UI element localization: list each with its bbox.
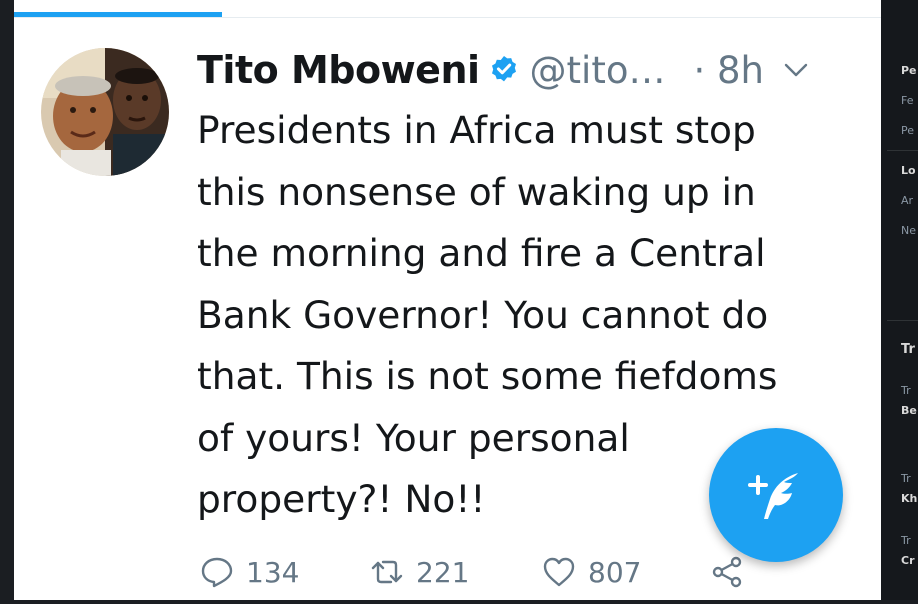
- sidebar-fragment: Tr: [901, 384, 911, 397]
- avatar-image: [41, 48, 169, 176]
- left-nav-strip: [0, 0, 15, 604]
- like-count: 807: [588, 555, 642, 589]
- sidebar-fragment: Be: [901, 404, 917, 417]
- reply-count: 134: [246, 555, 300, 589]
- retweet-button[interactable]: 221: [370, 555, 542, 589]
- avatar[interactable]: [41, 48, 169, 176]
- sidebar-fragment: Kh: [901, 492, 918, 505]
- divider: [14, 17, 881, 18]
- sidebar-fragment: Pe: [901, 124, 915, 137]
- tweet-header: Tito Mboweni @tito… · 8h: [197, 46, 810, 94]
- tweet-timestamp[interactable]: · 8h: [693, 49, 764, 92]
- sidebar-fragment: Lo: [901, 164, 916, 177]
- heart-icon: [543, 557, 575, 587]
- compose-tweet-icon: [748, 473, 798, 519]
- chevron-down-icon[interactable]: [782, 60, 810, 80]
- sidebar-fragment: Cr: [901, 554, 915, 567]
- verified-badge-icon: [488, 54, 520, 86]
- sidebar-fragment: Tr: [901, 534, 911, 547]
- user-handle[interactable]: @tito…: [530, 49, 666, 92]
- compose-tweet-button[interactable]: [709, 428, 843, 562]
- reply-icon: [201, 557, 233, 588]
- tweet-panel: Tito Mboweni @tito… · 8h Presidents in A…: [14, 0, 881, 600]
- display-name[interactable]: Tito Mboweni: [197, 48, 480, 92]
- divider: [887, 320, 918, 321]
- like-button[interactable]: 807: [542, 555, 710, 589]
- tweet-actions: 134 221 807: [200, 548, 744, 596]
- sidebar-fragment: Ar: [901, 194, 914, 207]
- sidebar-fragment: Tr: [901, 342, 915, 357]
- bottom-edge: [0, 600, 918, 604]
- divider: [887, 150, 918, 151]
- share-button[interactable]: [710, 555, 744, 589]
- sidebar-fragment: Pe: [901, 64, 917, 77]
- sidebar-fragment: Fe: [901, 94, 914, 107]
- reply-button[interactable]: 134: [200, 555, 370, 589]
- sidebar-fragment: Ne: [901, 224, 916, 237]
- sidebar-fragment: Tr: [901, 472, 911, 485]
- right-sidebar: Pe Fe Pe Lo Ar Ne Tr Tr Be Tr Kh Tr Cr: [881, 0, 918, 604]
- retweet-icon: [371, 560, 403, 584]
- retweet-count: 221: [416, 555, 470, 589]
- share-icon: [712, 556, 742, 588]
